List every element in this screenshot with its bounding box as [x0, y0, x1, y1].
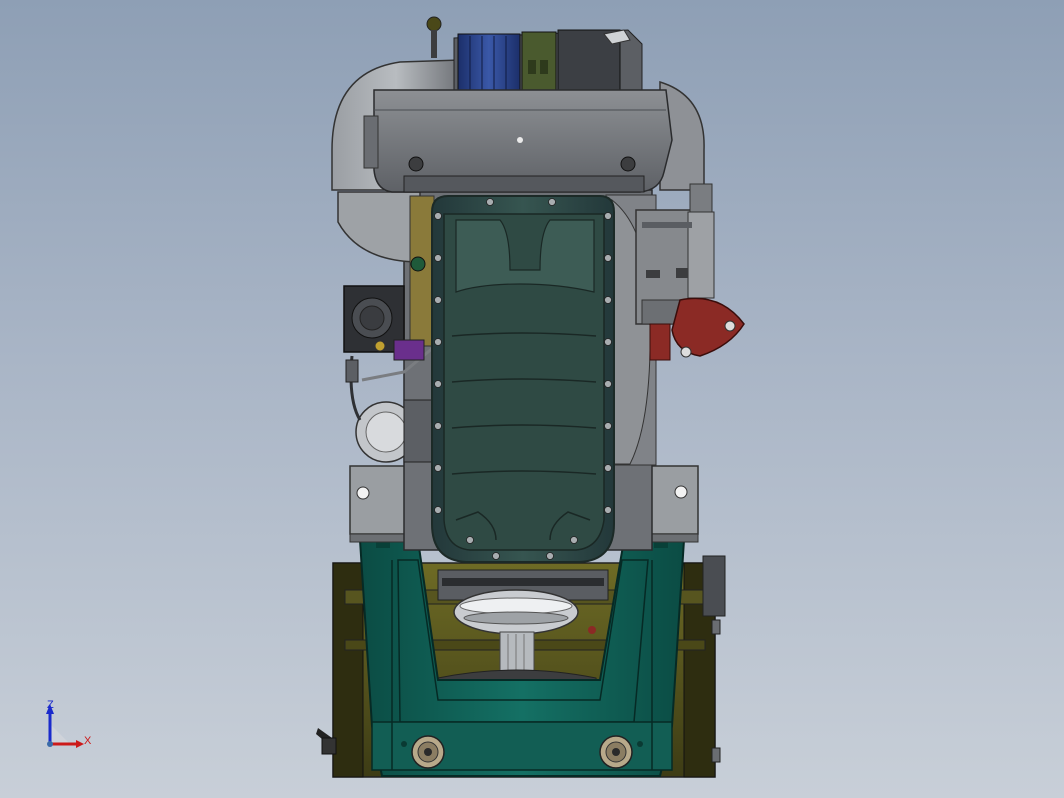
axis-x-label: X	[84, 735, 92, 747]
air-filter[interactable]	[426, 16, 643, 95]
graphics-viewport[interactable]: Z X	[0, 0, 1064, 798]
sensor-green-icon	[410, 256, 426, 272]
alternator-bracket	[409, 195, 435, 347]
head-cover[interactable]	[363, 89, 673, 193]
mount-bolt-left[interactable]	[411, 735, 445, 769]
clamp-band	[521, 31, 557, 93]
engine-model[interactable]	[0, 0, 1064, 798]
oil-filter[interactable]	[355, 399, 435, 463]
origin-icon	[47, 741, 53, 747]
dipstick-knob-icon[interactable]	[426, 16, 442, 32]
mount-bolt-right[interactable]	[599, 735, 633, 769]
purple-fitting-icon	[393, 339, 425, 361]
oil-pan[interactable]	[431, 195, 615, 563]
axis-z-label: Z	[47, 699, 54, 711]
